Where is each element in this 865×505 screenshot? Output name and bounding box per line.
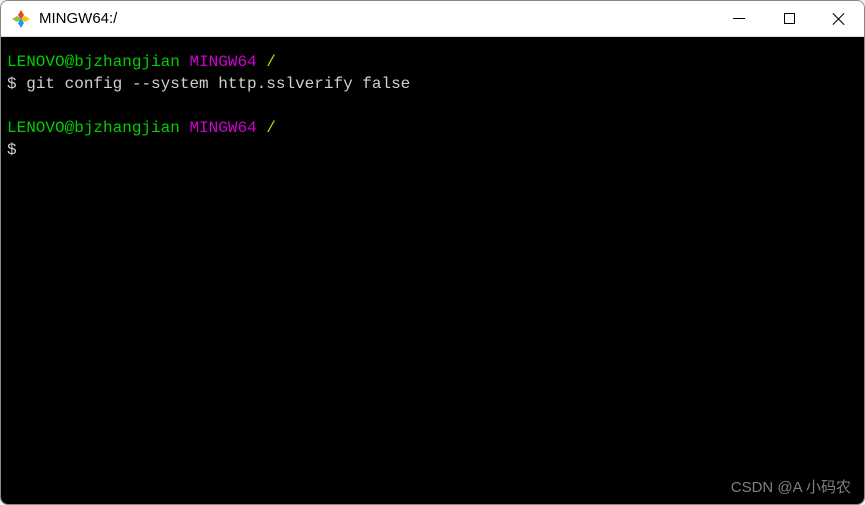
close-button[interactable]	[814, 1, 864, 36]
prompt-user-host: LENOVO@bjzhangjian	[7, 119, 180, 137]
maximize-icon	[784, 13, 795, 24]
titlebar[interactable]: MINGW64:/	[1, 1, 864, 37]
maximize-button[interactable]	[764, 1, 814, 36]
window-title: MINGW64:/	[39, 10, 714, 27]
app-icon	[11, 9, 31, 29]
minimize-button[interactable]	[714, 1, 764, 36]
window-controls	[714, 1, 864, 36]
minimize-icon	[733, 18, 745, 19]
prompt-path: /	[266, 53, 276, 71]
prompt-env: MINGW64	[189, 119, 256, 137]
window-frame: MINGW64:/ LENOVO@bjzhangjian MINGW64 / $…	[0, 0, 865, 505]
prompt-symbol: $	[7, 141, 17, 159]
prompt-env: MINGW64	[189, 53, 256, 71]
prompt-symbol: $	[7, 75, 17, 93]
close-icon	[832, 12, 846, 26]
command-text: git config --system http.sslverify false	[26, 75, 410, 93]
terminal-area[interactable]: LENOVO@bjzhangjian MINGW64 / $ git confi…	[1, 37, 864, 504]
prompt-path: /	[266, 119, 276, 137]
prompt-user-host: LENOVO@bjzhangjian	[7, 53, 180, 71]
